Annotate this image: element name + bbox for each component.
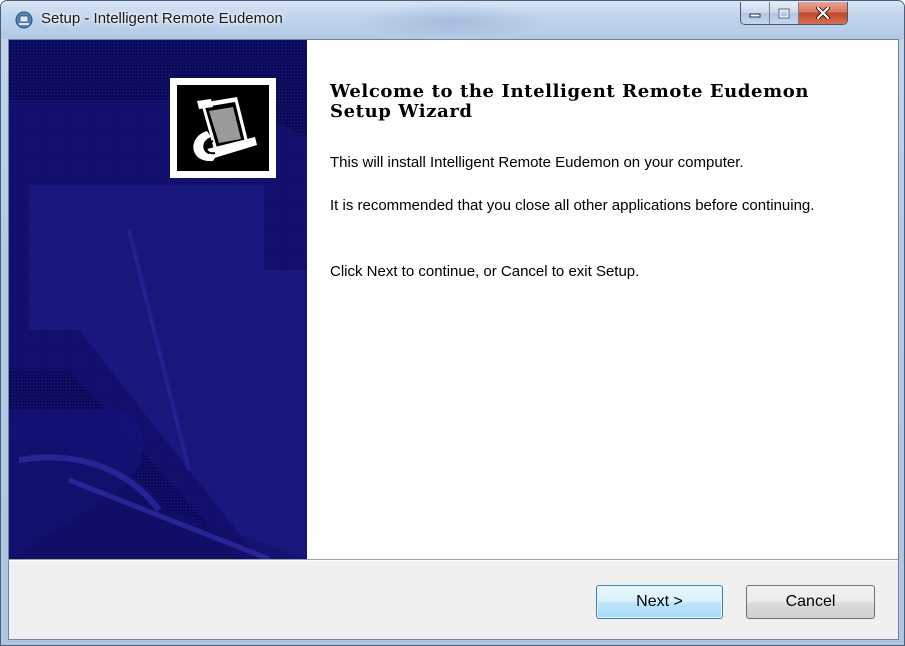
next-instruction: Click Next to continue, or Cancel to exi… bbox=[330, 263, 640, 280]
wizard-content: Welcome to the Intelligent Remote Eudemo… bbox=[8, 39, 899, 640]
close-icon bbox=[816, 7, 830, 19]
title-bar[interactable]: Setup - Intelligent Remote Eudemon bbox=[1, 1, 904, 39]
wizard-side-image bbox=[9, 40, 307, 559]
maximize-button[interactable] bbox=[770, 2, 799, 24]
logo-frame bbox=[170, 78, 276, 178]
welcome-panel: Welcome to the Intelligent Remote Eudemo… bbox=[307, 40, 898, 559]
wizard-heading: Welcome to the Intelligent Remote Eudemo… bbox=[330, 81, 810, 122]
installer-computer-icon bbox=[177, 85, 269, 171]
next-button[interactable]: Next > bbox=[596, 585, 723, 619]
caption-buttons bbox=[740, 2, 848, 25]
cancel-button[interactable]: Cancel bbox=[746, 585, 875, 619]
setup-window: Setup - Intelligent Remote Eudemon Welco… bbox=[0, 0, 905, 646]
close-apps-recommendation: It is recommended that you close all oth… bbox=[330, 197, 815, 214]
maximize-icon bbox=[778, 8, 790, 18]
window-title: Setup - Intelligent Remote Eudemon bbox=[41, 10, 283, 27]
close-button[interactable] bbox=[799, 2, 847, 24]
minimize-button[interactable] bbox=[741, 2, 770, 24]
bottom-divider bbox=[9, 559, 898, 561]
install-description: This will install Intelligent Remote Eud… bbox=[330, 154, 744, 171]
setup-app-icon bbox=[15, 11, 33, 29]
minimize-icon bbox=[749, 13, 761, 18]
